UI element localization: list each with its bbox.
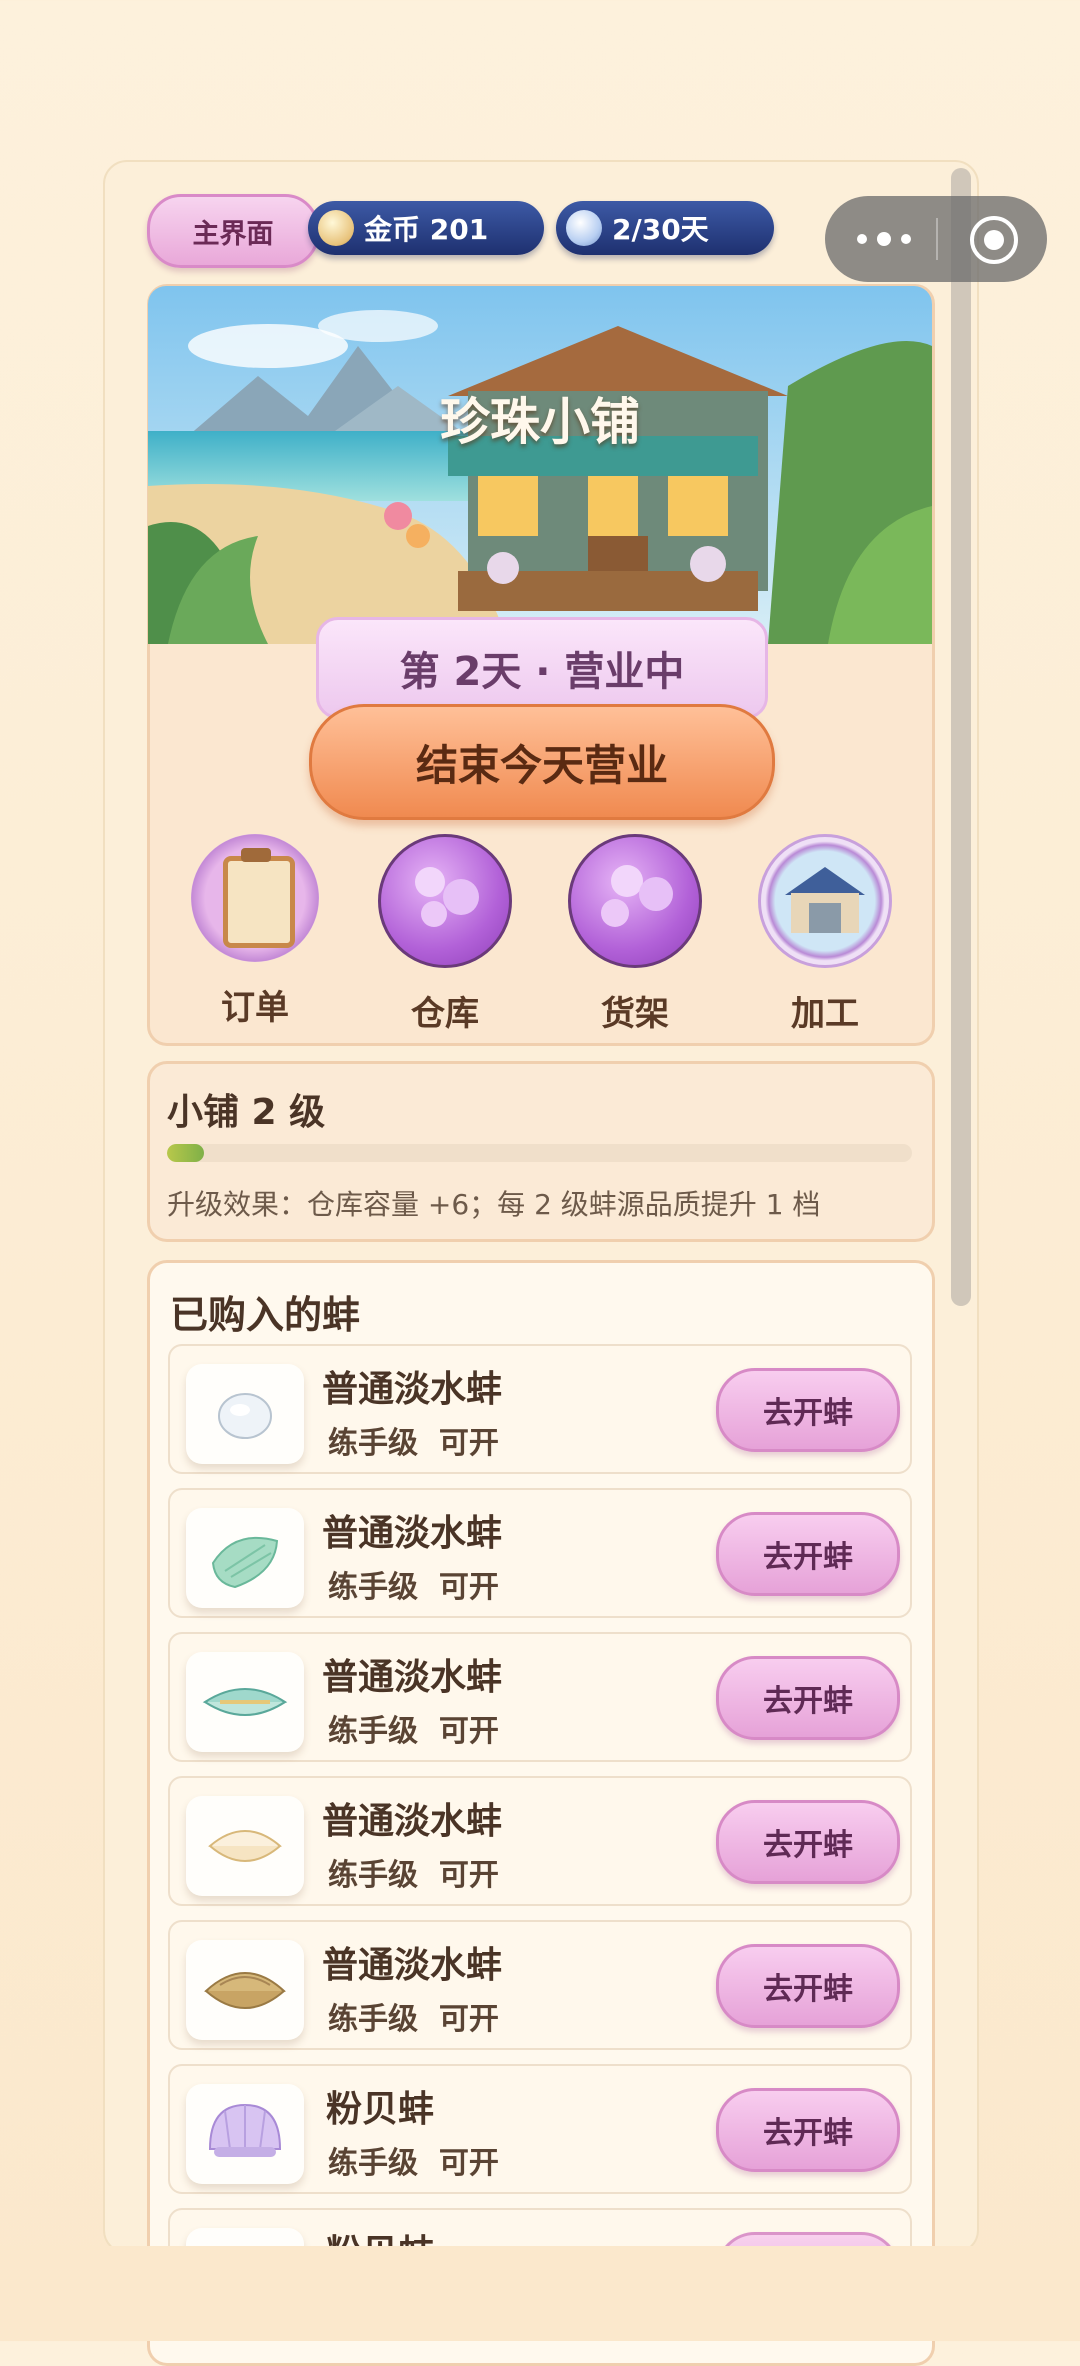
clam-grade: 练手级 [328, 1426, 418, 1461]
miniprogram-capsule [825, 196, 1047, 282]
open-clam-button[interactable]: 去开蚌 [716, 1368, 900, 1452]
bought-clams-title: 已购入的蚌 [170, 1293, 361, 1337]
shop-title: 珍珠小铺 [440, 393, 640, 451]
menu-order[interactable]: 订单 [185, 834, 325, 1029]
clam-list-item: 普通淡水蚌练手级 可开 去开蚌 [168, 1344, 912, 1474]
clam-state: 可开 [438, 1570, 499, 1605]
clam-grade: 练手级 [328, 2146, 418, 2181]
open-clam-button[interactable]: 去开蚌 [716, 1656, 900, 1740]
clam-list-item: 普通淡水蚌练手级 可开 去开蚌 [168, 1776, 912, 1906]
white-pearl-icon [186, 1364, 304, 1464]
clam-name: 普通淡水蚌 [322, 1801, 503, 1842]
clam-grade-state: 练手级 可开 [328, 1418, 499, 1462]
clam-list-item: 粉贝蚌练手级 可开 去开蚌 [168, 2064, 912, 2194]
clam-grade-state: 练手级 可开 [328, 1994, 499, 2038]
level-progress-bar [167, 1144, 912, 1162]
clam-grade: 练手级 [328, 1570, 418, 1605]
clam-list-item: 普通淡水蚌练手级 可开 去开蚌 [168, 1920, 912, 2050]
coin-label: 金币 201 [364, 213, 489, 246]
oyster-icon [186, 1940, 304, 2040]
clam-grade-state: 练手级 可开 [328, 2138, 499, 2182]
clam-state: 可开 [438, 1858, 499, 1893]
clam-list-item: 普通淡水蚌练手级 可开 去开蚌 [168, 1632, 912, 1762]
clam-state: 可开 [438, 2146, 499, 2181]
clam-grade-state: 练手级 可开 [328, 1850, 499, 1894]
end-day-button[interactable]: 结束今天营业 [309, 704, 775, 820]
shop-banner-image [148, 286, 932, 644]
pink-shell-icon [186, 2084, 304, 2184]
order-clipboard-icon [191, 834, 319, 962]
bottom-safe-area [0, 2246, 1080, 2341]
clam-name: 普通淡水蚌 [322, 1369, 503, 1410]
menu-label: 货架 [601, 994, 669, 1034]
cream-clam-icon [186, 1796, 304, 1896]
menu-processing[interactable]: 加工 [755, 834, 895, 1035]
menu-warehouse[interactable]: 仓库 [375, 834, 515, 1035]
menu-shelf[interactable]: 货架 [565, 834, 705, 1035]
clam-grade: 练手级 [328, 2002, 418, 2037]
open-clam-button[interactable]: 去开蚌 [716, 2088, 900, 2172]
warehouse-pearls-icon [378, 834, 512, 968]
close-target-icon[interactable] [970, 216, 1018, 264]
clam-list-item: 普通淡水蚌练手级 可开 去开蚌 [168, 1488, 912, 1618]
home-button[interactable]: 主界面 [147, 194, 319, 268]
day-label: 2/30天 [612, 213, 709, 246]
menu-label: 订单 [221, 988, 289, 1028]
open-clam-button[interactable]: 去开蚌 [716, 1800, 900, 1884]
clam-grade-state: 练手级 可开 [328, 1706, 499, 1750]
clam-state: 可开 [438, 1714, 499, 1749]
open-clam-button[interactable]: 去开蚌 [716, 1944, 900, 2028]
coin-counter: 金币 201 [308, 201, 544, 255]
menu-label: 仓库 [411, 994, 479, 1034]
clam-grade: 练手级 [328, 1858, 418, 1893]
day-counter: 2/30天 [556, 201, 774, 255]
capsule-divider [936, 218, 938, 260]
teal-clam-icon [186, 1652, 304, 1752]
level-progress-fill [167, 1144, 205, 1162]
clam-name: 粉贝蚌 [326, 2089, 435, 2130]
shop-level-title: 小铺 2 级 [167, 1092, 326, 1133]
clam-grade: 练手级 [328, 1714, 418, 1749]
pearl-icon [566, 210, 602, 246]
clam-state: 可开 [438, 1426, 499, 1461]
scrollbar[interactable] [951, 168, 971, 1306]
coin-icon [318, 210, 354, 246]
clam-name: 普通淡水蚌 [322, 1657, 503, 1698]
open-clam-button[interactable]: 去开蚌 [716, 1512, 900, 1596]
more-menu-icon[interactable] [857, 221, 925, 257]
clam-state: 可开 [438, 2002, 499, 2037]
clam-grade-state: 练手级 可开 [328, 1562, 499, 1606]
green-shell-icon [186, 1508, 304, 1608]
level-effect-text: 升级效果：仓库容量 +6；每 2 级蚌源品质提升 1 档 [167, 1188, 821, 1221]
menu-label: 加工 [791, 994, 859, 1034]
clam-name: 普通淡水蚌 [322, 1513, 503, 1554]
clam-name: 普通淡水蚌 [322, 1945, 503, 1986]
workshop-icon [758, 834, 892, 968]
shelf-pearls-icon [568, 834, 702, 968]
